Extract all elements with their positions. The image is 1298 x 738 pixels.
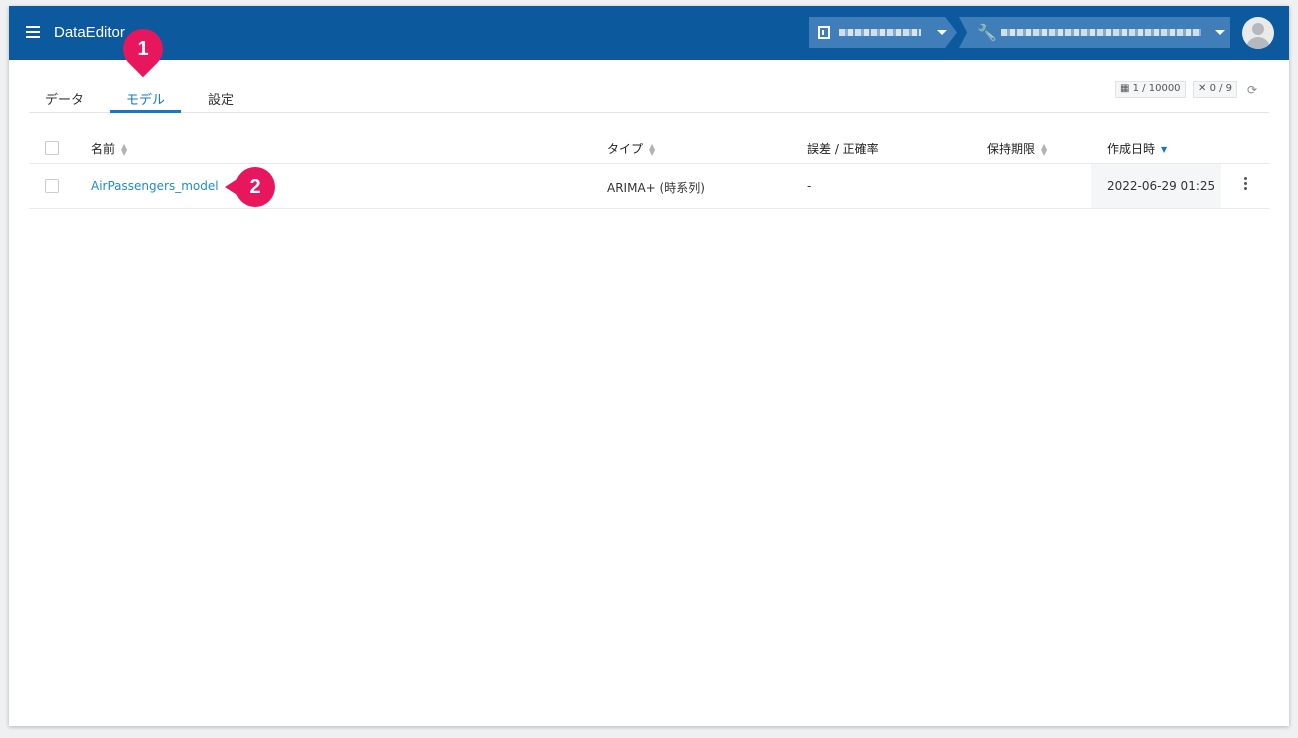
annotation-marker-2: 2 (225, 167, 275, 207)
model-error-accuracy: - (807, 179, 812, 193)
column-header-type[interactable]: タイプ ▲ ▼ (607, 140, 655, 157)
table-row: AirPassengers_model ARIMA+ (時系列) - 2022-… (29, 164, 1269, 209)
model-created: 2022-06-29 01:25 (1107, 179, 1216, 193)
sort-icon: ▲ ▼ (649, 141, 656, 157)
annotation-marker-1: 1 (114, 20, 172, 78)
jobs-count-badge: ✕ 0 / 9 (1193, 81, 1238, 98)
model-type: ARIMA+ (時系列) (607, 181, 705, 195)
avatar-icon (1252, 23, 1264, 35)
select-all-checkbox[interactable] (45, 141, 59, 155)
active-tab-indicator (110, 110, 181, 113)
app-window: DataEditor 🔧 データ モデル 設定 ▦ 1 / 10000 ✕ 0 … (9, 6, 1289, 726)
table-header: 名前 ▲ ▼ タイプ ▲ ▼ 誤差 / 正確率 保持期限 ▲ ▼ 作成日時 ▼ (29, 132, 1269, 164)
column-header-retention[interactable]: 保持期限 ▲ ▼ (987, 140, 1047, 157)
column-header-error-accuracy: 誤差 / 正確率 (807, 142, 879, 156)
rows-count-badge: ▦ 1 / 10000 (1115, 81, 1186, 98)
building-icon (818, 26, 830, 39)
more-vert-icon[interactable] (1241, 177, 1249, 195)
project-selector[interactable]: 🔧 (959, 17, 1230, 48)
row-checkbox[interactable] (45, 179, 59, 193)
tab-data[interactable]: データ (45, 89, 84, 108)
sort-icon: ▲ ▼ (1041, 141, 1048, 157)
tab-settings[interactable]: 設定 (208, 89, 234, 108)
sort-desc-icon: ▼ (1161, 144, 1168, 154)
refresh-icon[interactable]: ⟳ (1247, 83, 1257, 97)
tab-bar: データ モデル 設定 (29, 82, 1269, 113)
app-title: DataEditor (54, 24, 125, 41)
org-selector[interactable] (809, 17, 957, 48)
org-name-blurred (839, 29, 921, 36)
caret-down-icon (937, 30, 947, 35)
project-name-blurred (1001, 29, 1201, 36)
sort-icon: ▲ ▼ (121, 141, 128, 157)
column-header-created[interactable]: 作成日時 ▼ (1107, 140, 1167, 157)
avatar[interactable] (1242, 17, 1274, 49)
table-icon: ▦ (1120, 83, 1130, 94)
top-bar: DataEditor 🔧 (9, 6, 1289, 60)
tab-model[interactable]: モデル (126, 89, 165, 108)
model-name-link[interactable]: AirPassengers_model (91, 179, 219, 193)
hamburger-icon[interactable] (26, 26, 40, 38)
column-header-name[interactable]: 名前 ▲ ▼ (91, 140, 127, 157)
caret-down-icon (1215, 30, 1225, 35)
wrench-icon: 🔧 (977, 23, 997, 42)
jobs-icon: ✕ (1198, 83, 1207, 94)
